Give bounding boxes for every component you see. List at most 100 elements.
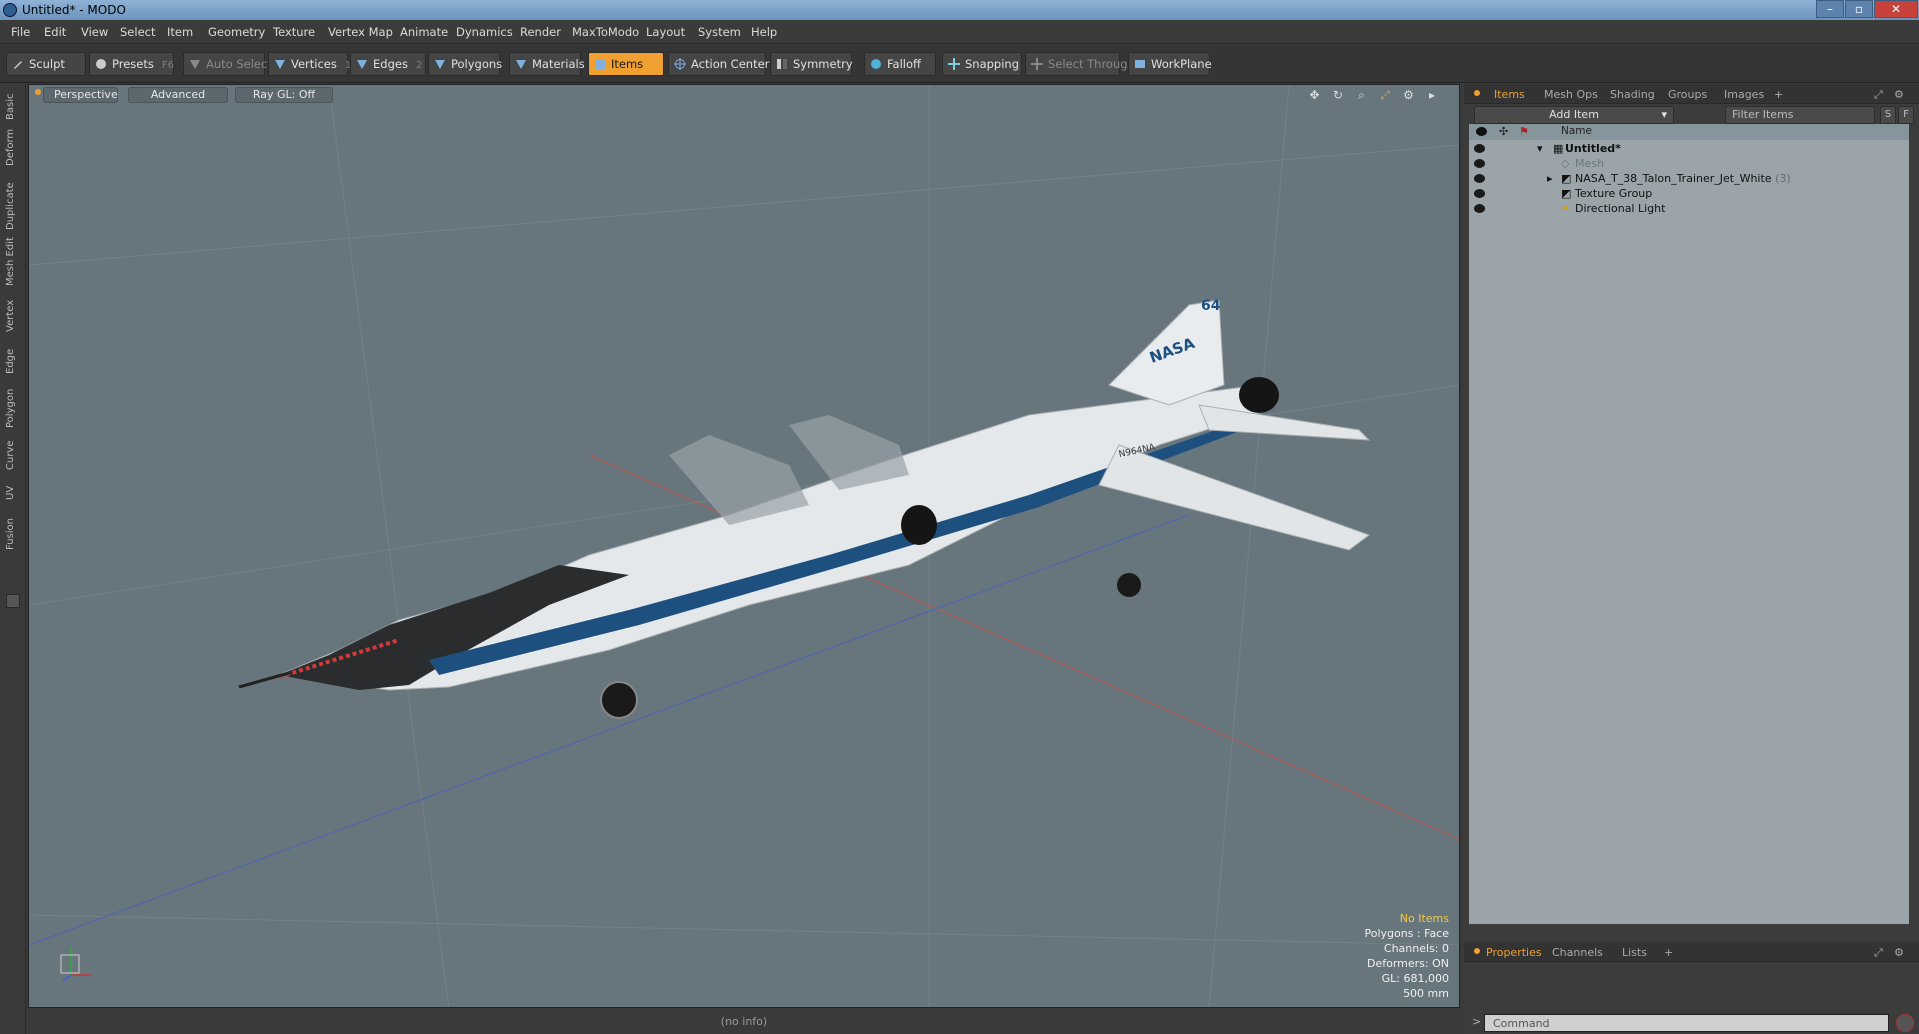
- tab-properties[interactable]: Properties: [1486, 946, 1542, 959]
- eye-icon[interactable]: [1474, 189, 1485, 198]
- add-tab-button[interactable]: +: [1664, 946, 1673, 959]
- add-item-dropdown[interactable]: Add Item ▾: [1474, 106, 1674, 124]
- menu-vertex-map[interactable]: Vertex Map: [328, 25, 393, 39]
- viewport-menu-dot[interactable]: [35, 89, 41, 95]
- sculpt-button[interactable]: Sculpt: [6, 52, 86, 76]
- fit-view-icon[interactable]: ⤢: [1378, 88, 1392, 102]
- tail-number: 64: [1201, 298, 1221, 314]
- edges-icon: [357, 60, 367, 69]
- panel-settings-icon[interactable]: ⚙: [1894, 946, 1904, 959]
- tab-curve[interactable]: Curve: [5, 434, 21, 470]
- tab-deform[interactable]: Deform: [5, 126, 21, 166]
- s-toggle-button[interactable]: S: [1880, 106, 1896, 124]
- menu-render[interactable]: Render: [520, 25, 561, 39]
- panel-expand-icon[interactable]: ⤢: [1874, 946, 1883, 960]
- tab-groups[interactable]: Groups: [1668, 88, 1707, 101]
- visibility-column-icon[interactable]: [1476, 127, 1487, 136]
- tab-uv[interactable]: UV: [5, 476, 21, 500]
- symmetry-button[interactable]: Symmetry: [770, 52, 853, 76]
- select-through-button[interactable]: Select Through: [1025, 52, 1135, 76]
- minimize-button[interactable]: –: [1816, 0, 1844, 18]
- 3d-viewport[interactable]: 64 NASA N964NA Perspective Advanced Ray …: [28, 84, 1460, 1008]
- materials-button[interactable]: Materials: [509, 52, 585, 76]
- presets-button[interactable]: Presets F6: [89, 52, 174, 76]
- lock-column-icon[interactable]: ✣: [1499, 125, 1508, 138]
- panel-expand-icon[interactable]: ⤢: [1874, 88, 1883, 102]
- eye-icon[interactable]: [1474, 159, 1485, 168]
- menu-edit[interactable]: Edit: [44, 25, 66, 39]
- tab-mesh-edit[interactable]: Mesh Edit: [5, 236, 21, 286]
- menu-texture[interactable]: Texture: [273, 25, 315, 39]
- f-toggle-button[interactable]: F: [1898, 106, 1914, 124]
- panel-settings-icon[interactable]: ⚙: [1894, 88, 1904, 101]
- menu-dynamics[interactable]: Dynamics: [456, 25, 513, 39]
- tab-fusion[interactable]: Fusion: [5, 506, 21, 550]
- name-column-header[interactable]: Name: [1561, 125, 1592, 137]
- zoom-icon[interactable]: ⌕: [1355, 88, 1369, 102]
- panel-menu-dot[interactable]: [1474, 948, 1480, 954]
- tree-row-directional-light[interactable]: ✷ Directional Light: [1469, 200, 1909, 218]
- snapping-button[interactable]: Snapping: [942, 52, 1022, 76]
- item-tree[interactable]: [1469, 124, 1909, 924]
- workplane-button[interactable]: WorkPlane: [1128, 52, 1212, 76]
- action-center-button[interactable]: Action Center: [668, 52, 769, 76]
- menu-system[interactable]: System: [698, 25, 741, 39]
- filter-items-input[interactable]: Filter Items: [1725, 106, 1875, 124]
- tab-vertex[interactable]: Vertex: [5, 292, 21, 332]
- vertices-button[interactable]: Vertices 1: [268, 52, 351, 76]
- scene-render[interactable]: 64 NASA N964NA: [29, 85, 1460, 1008]
- eye-icon[interactable]: [1474, 174, 1485, 183]
- render-column-icon[interactable]: ⚑: [1519, 125, 1529, 138]
- close-button[interactable]: ✕: [1874, 0, 1918, 18]
- channels-info: Channels: 0: [1383, 942, 1449, 955]
- viewport-settings-icon[interactable]: ⚙: [1402, 88, 1416, 102]
- tab-edge[interactable]: Edge: [5, 338, 21, 374]
- menu-geometry[interactable]: Geometry: [208, 25, 265, 39]
- tab-items[interactable]: Items: [1494, 88, 1525, 101]
- command-input[interactable]: Command: [1484, 1014, 1889, 1032]
- t38-jet-model: 64 NASA N964NA: [238, 298, 1371, 719]
- raygl-dropdown[interactable]: Ray GL: Off: [235, 87, 333, 103]
- select-through-icon: [1031, 58, 1043, 70]
- tab-images[interactable]: Images: [1724, 88, 1764, 101]
- tab-basic[interactable]: Basic: [5, 88, 21, 120]
- command-stop-button[interactable]: [1896, 1014, 1914, 1032]
- tab-lists[interactable]: Lists: [1622, 946, 1647, 959]
- properties-tabbar: Properties Channels Lists + ⤢ ⚙: [1464, 942, 1919, 962]
- items-mode-button[interactable]: Items: [588, 52, 664, 76]
- falloff-button[interactable]: Falloff: [864, 52, 936, 76]
- eye-icon[interactable]: [1474, 144, 1485, 153]
- selection-info: No Items: [1399, 912, 1449, 925]
- rotate-view-icon[interactable]: ↻: [1331, 88, 1345, 102]
- gl-info: GL: 681,000: [1381, 972, 1449, 985]
- tab-mesh-ops[interactable]: Mesh Ops: [1544, 88, 1598, 101]
- menu-animate[interactable]: Animate: [400, 25, 448, 39]
- auto-select-button[interactable]: Auto Select: [183, 52, 272, 76]
- menu-help[interactable]: Help: [751, 25, 777, 39]
- polygons-button[interactable]: Polygons: [428, 52, 502, 76]
- tab-shading[interactable]: Shading: [1610, 88, 1655, 101]
- menu-item[interactable]: Item: [167, 25, 193, 39]
- tab-polygon[interactable]: Polygon: [5, 380, 21, 428]
- materials-icon: [516, 60, 526, 69]
- menu-maxtomodo[interactable]: MaxToModo: [572, 25, 639, 39]
- tab-duplicate[interactable]: Duplicate: [5, 180, 21, 230]
- menu-select[interactable]: Select: [120, 25, 155, 39]
- move-view-icon[interactable]: ✥: [1308, 88, 1322, 102]
- menu-view[interactable]: View: [81, 25, 108, 39]
- menu-file[interactable]: File: [11, 25, 30, 39]
- deformers-info: Deformers: ON: [1367, 957, 1449, 970]
- maximize-button[interactable]: ▫: [1845, 0, 1873, 18]
- view-mode-dropdown[interactable]: Perspective: [43, 87, 118, 103]
- auto-select-icon: [190, 60, 200, 69]
- viewport-expand-icon[interactable]: ▸: [1425, 88, 1439, 102]
- add-tab-button[interactable]: +: [1774, 88, 1783, 101]
- eye-icon[interactable]: [1474, 204, 1485, 213]
- tool-panel-toggle[interactable]: [6, 594, 20, 608]
- shading-dropdown[interactable]: Advanced: [128, 87, 228, 103]
- viewport-nav-icons: ✥ ↻ ⌕ ⤢ ⚙ ▸: [1302, 88, 1440, 102]
- edges-button[interactable]: Edges 2: [350, 52, 426, 76]
- panel-menu-dot[interactable]: [1474, 90, 1480, 96]
- menu-layout[interactable]: Layout: [646, 25, 685, 39]
- tab-channels[interactable]: Channels: [1552, 946, 1603, 959]
